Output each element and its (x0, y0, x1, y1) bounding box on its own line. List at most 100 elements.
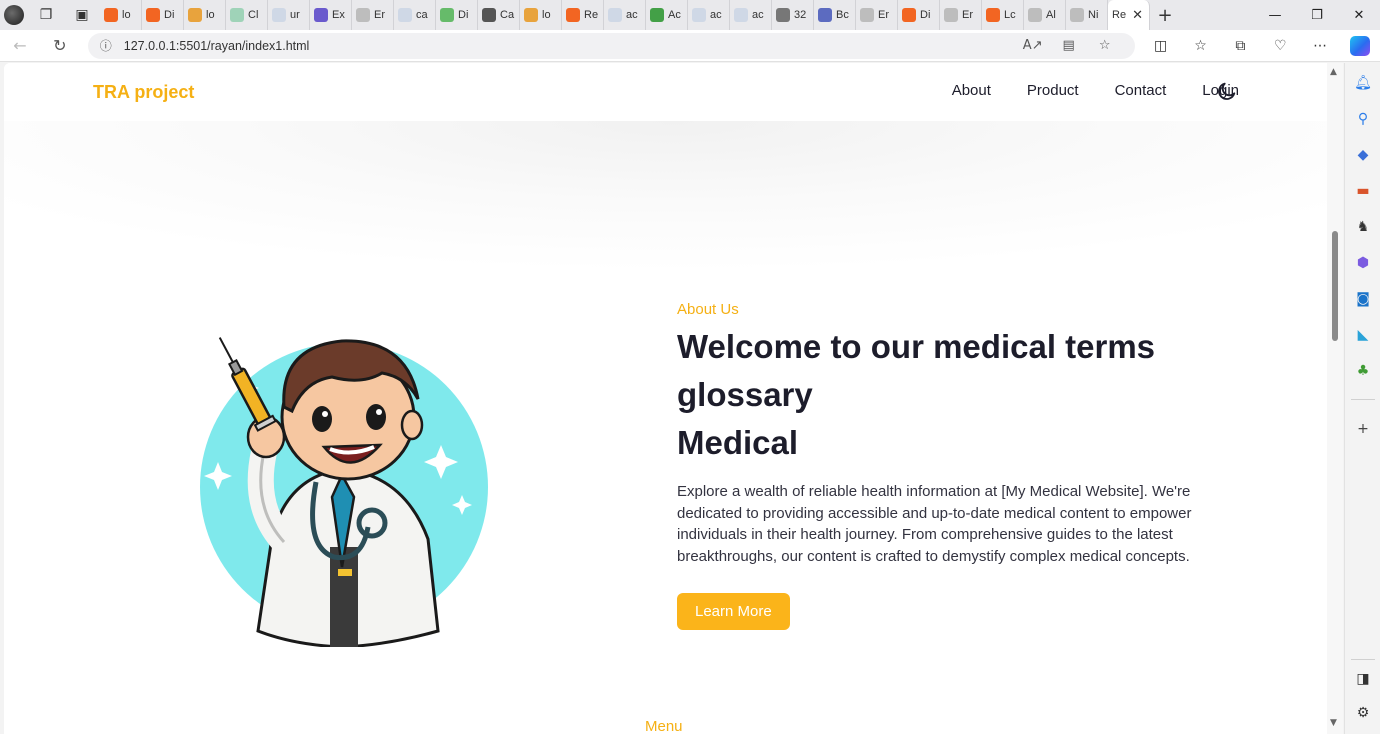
toolbox-icon[interactable]: ▬ (1353, 181, 1373, 201)
tab-favicon-icon (860, 8, 874, 22)
tab-favicon-icon (692, 8, 706, 22)
tab-list: lo Di lo Cl ur Ex Er ca Di Ca lo Re ac Ac ac ac 32 Bc Er Di… (100, 0, 1108, 30)
avatar (4, 5, 24, 25)
tab-label: Di (164, 9, 175, 21)
panel-icon[interactable]: ◨ (1353, 669, 1373, 689)
m365-icon[interactable]: ⬢ (1353, 253, 1373, 273)
address-url[interactable]: 127.0.0.1:5501/rayan/index1.html (124, 39, 1015, 53)
tab-label: 32 (794, 9, 807, 21)
nav-about[interactable]: About (952, 82, 991, 99)
tag-icon[interactable]: ◆ (1353, 145, 1373, 165)
favorite-star-icon[interactable]: ☆ (1087, 38, 1123, 53)
browser-tab[interactable]: Di (142, 0, 184, 30)
browser-tab[interactable]: Re (562, 0, 604, 30)
copilot-icon[interactable] (1340, 30, 1380, 62)
read-aloud-icon[interactable]: A↗ (1015, 38, 1051, 53)
learn-more-button[interactable]: Learn More (677, 593, 790, 631)
tab-active-label: Re (1112, 9, 1127, 21)
scroll-up-icon[interactable]: ▲ (1330, 67, 1337, 77)
browser-toolbar: ← ↻ ⓘ 127.0.0.1:5501/rayan/index1.html A… (0, 30, 1380, 62)
browser-tab[interactable]: Di (898, 0, 940, 30)
drop-icon[interactable]: ◣ (1353, 325, 1373, 345)
tab-active[interactable]: Re ✕ (1108, 0, 1150, 30)
search-icon[interactable]: ⚲ (1353, 109, 1373, 129)
browser-tab[interactable]: 32 (772, 0, 814, 30)
tab-favicon-icon (986, 8, 1000, 22)
tab-strip: ❐ ▣ lo Di lo Cl ur Ex Er ca Di Ca lo Re ac Ac ac ac 32 Bc… (0, 0, 1380, 30)
browser-tab[interactable]: Er (352, 0, 394, 30)
tab-favicon-icon (230, 8, 244, 22)
immersive-reader-icon[interactable]: ▤ (1051, 38, 1087, 53)
site-header: TRA project About Product Contact Login (4, 63, 1343, 121)
browser-tab[interactable]: Ca (478, 0, 520, 30)
tab-favicon-icon (902, 8, 916, 22)
browser-tab[interactable]: ac (688, 0, 730, 30)
tree-icon[interactable]: ♣ (1353, 361, 1373, 381)
scrollbar-thumb[interactable] (1332, 231, 1338, 341)
browser-tab[interactable]: lo (520, 0, 562, 30)
browser-tab[interactable]: ac (730, 0, 772, 30)
refresh-button[interactable]: ↻ (40, 30, 80, 62)
tab-label: lo (122, 9, 131, 21)
tab-favicon-icon (398, 8, 412, 22)
nav-product[interactable]: Product (1027, 82, 1079, 99)
browser-tab[interactable]: Al (1024, 0, 1066, 30)
site-nav: About Product Contact Login (952, 82, 1239, 99)
tab-label: lo (542, 9, 551, 21)
moon-icon[interactable] (1216, 80, 1238, 102)
doctor-illustration (200, 337, 488, 647)
nav-contact[interactable]: Contact (1115, 82, 1167, 99)
restore-button[interactable]: ❐ (1296, 0, 1338, 30)
tab-label: Ac (668, 9, 681, 21)
tab-label: ac (626, 9, 638, 21)
close-tab-icon[interactable]: ✕ (1128, 7, 1147, 23)
page-scrollbar[interactable]: ▲ ▼ (1327, 63, 1343, 734)
site-logo[interactable]: TRA project (93, 82, 194, 103)
browser-tab[interactable]: ac (604, 0, 646, 30)
tab-actions-icon[interactable]: ▣ (64, 0, 100, 30)
browser-tab[interactable]: ca (394, 0, 436, 30)
hero-text: About Us Welcome to our medical terms gl… (677, 301, 1217, 631)
browser-tab[interactable]: Er (940, 0, 982, 30)
tab-label: Ni (1088, 9, 1099, 21)
chess-icon[interactable]: ♞ (1353, 217, 1373, 237)
tab-label: Er (878, 9, 889, 21)
tab-favicon-icon (188, 8, 202, 22)
browser-tab[interactable]: Ac (646, 0, 688, 30)
gear-icon[interactable]: ⚙ (1353, 703, 1373, 723)
more-menu-icon[interactable]: ⋯ (1300, 30, 1340, 62)
browser-tab[interactable]: Lc (982, 0, 1024, 30)
plus-icon[interactable]: + (1353, 419, 1373, 439)
sidebar-divider (1351, 659, 1375, 660)
browser-tab[interactable]: lo (184, 0, 226, 30)
favorites-icon[interactable]: ☆ (1181, 30, 1221, 62)
site-info-icon[interactable]: ⓘ (100, 37, 112, 54)
browser-tab[interactable]: Di (436, 0, 478, 30)
address-bar[interactable]: ⓘ 127.0.0.1:5501/rayan/index1.html A↗ ▤ … (87, 32, 1135, 59)
browser-tab[interactable]: Bc (814, 0, 856, 30)
minimize-button[interactable]: — (1254, 0, 1296, 30)
browser-tab[interactable]: lo (100, 0, 142, 30)
profile-avatar[interactable] (0, 0, 28, 30)
browser-tab[interactable]: Er (856, 0, 898, 30)
edge-sidebar: 🔔︎ ⚲ ◆ ▬ ♞ ⬢ ◙ ◣ ♣ + ◨ ⚙ (1344, 63, 1380, 734)
new-tab-button[interactable]: + (1150, 0, 1180, 30)
browser-tab[interactable]: ur (268, 0, 310, 30)
headline-line-2: glossary (677, 376, 813, 413)
workspaces-icon[interactable]: ❐ (28, 0, 64, 30)
tab-label: Er (962, 9, 973, 21)
split-screen-icon[interactable]: ◫ (1141, 30, 1181, 62)
tab-label: ur (290, 9, 300, 21)
collections-icon[interactable]: ⧉ (1220, 30, 1260, 62)
browser-tab[interactable]: Ex (310, 0, 352, 30)
tab-favicon-icon (482, 8, 496, 22)
browser-essentials-icon[interactable]: ♡ (1260, 30, 1300, 62)
bell-icon[interactable]: 🔔︎ (1353, 73, 1373, 93)
outlook-icon[interactable]: ◙ (1353, 289, 1373, 309)
close-window-button[interactable]: ✕ (1338, 0, 1380, 30)
browser-tab[interactable]: Cl (226, 0, 268, 30)
back-button[interactable]: ← (0, 30, 40, 62)
scroll-down-icon[interactable]: ▼ (1330, 718, 1337, 728)
tab-favicon-icon (734, 8, 748, 22)
browser-tab[interactable]: Ni (1066, 0, 1108, 30)
